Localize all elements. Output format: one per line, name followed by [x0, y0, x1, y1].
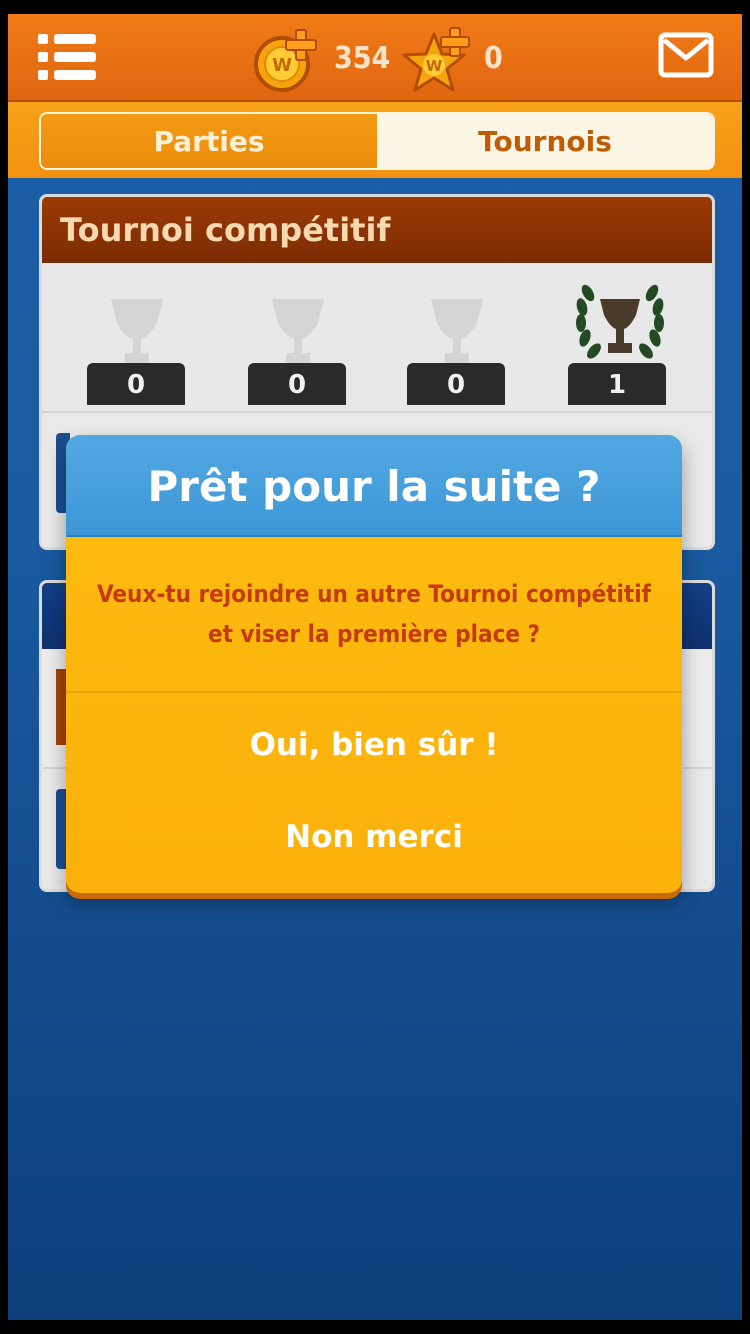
- app-screen: W 354 W 0 Parties Tournois Tournoi compé…: [8, 14, 742, 1320]
- dialog-title: Prêt pour la suite ?: [66, 435, 682, 537]
- cancel-button[interactable]: Non merci: [66, 805, 682, 869]
- next-tournament-dialog: Prêt pour la suite ? Veux-tu rejoindre u…: [66, 435, 682, 893]
- confirm-button[interactable]: Oui, bien sûr !: [66, 713, 682, 777]
- dialog-body: Veux-tu rejoindre un autre Tournoi compé…: [66, 537, 682, 693]
- dialog-message: Veux-tu rejoindre un autre Tournoi compé…: [96, 580, 651, 648]
